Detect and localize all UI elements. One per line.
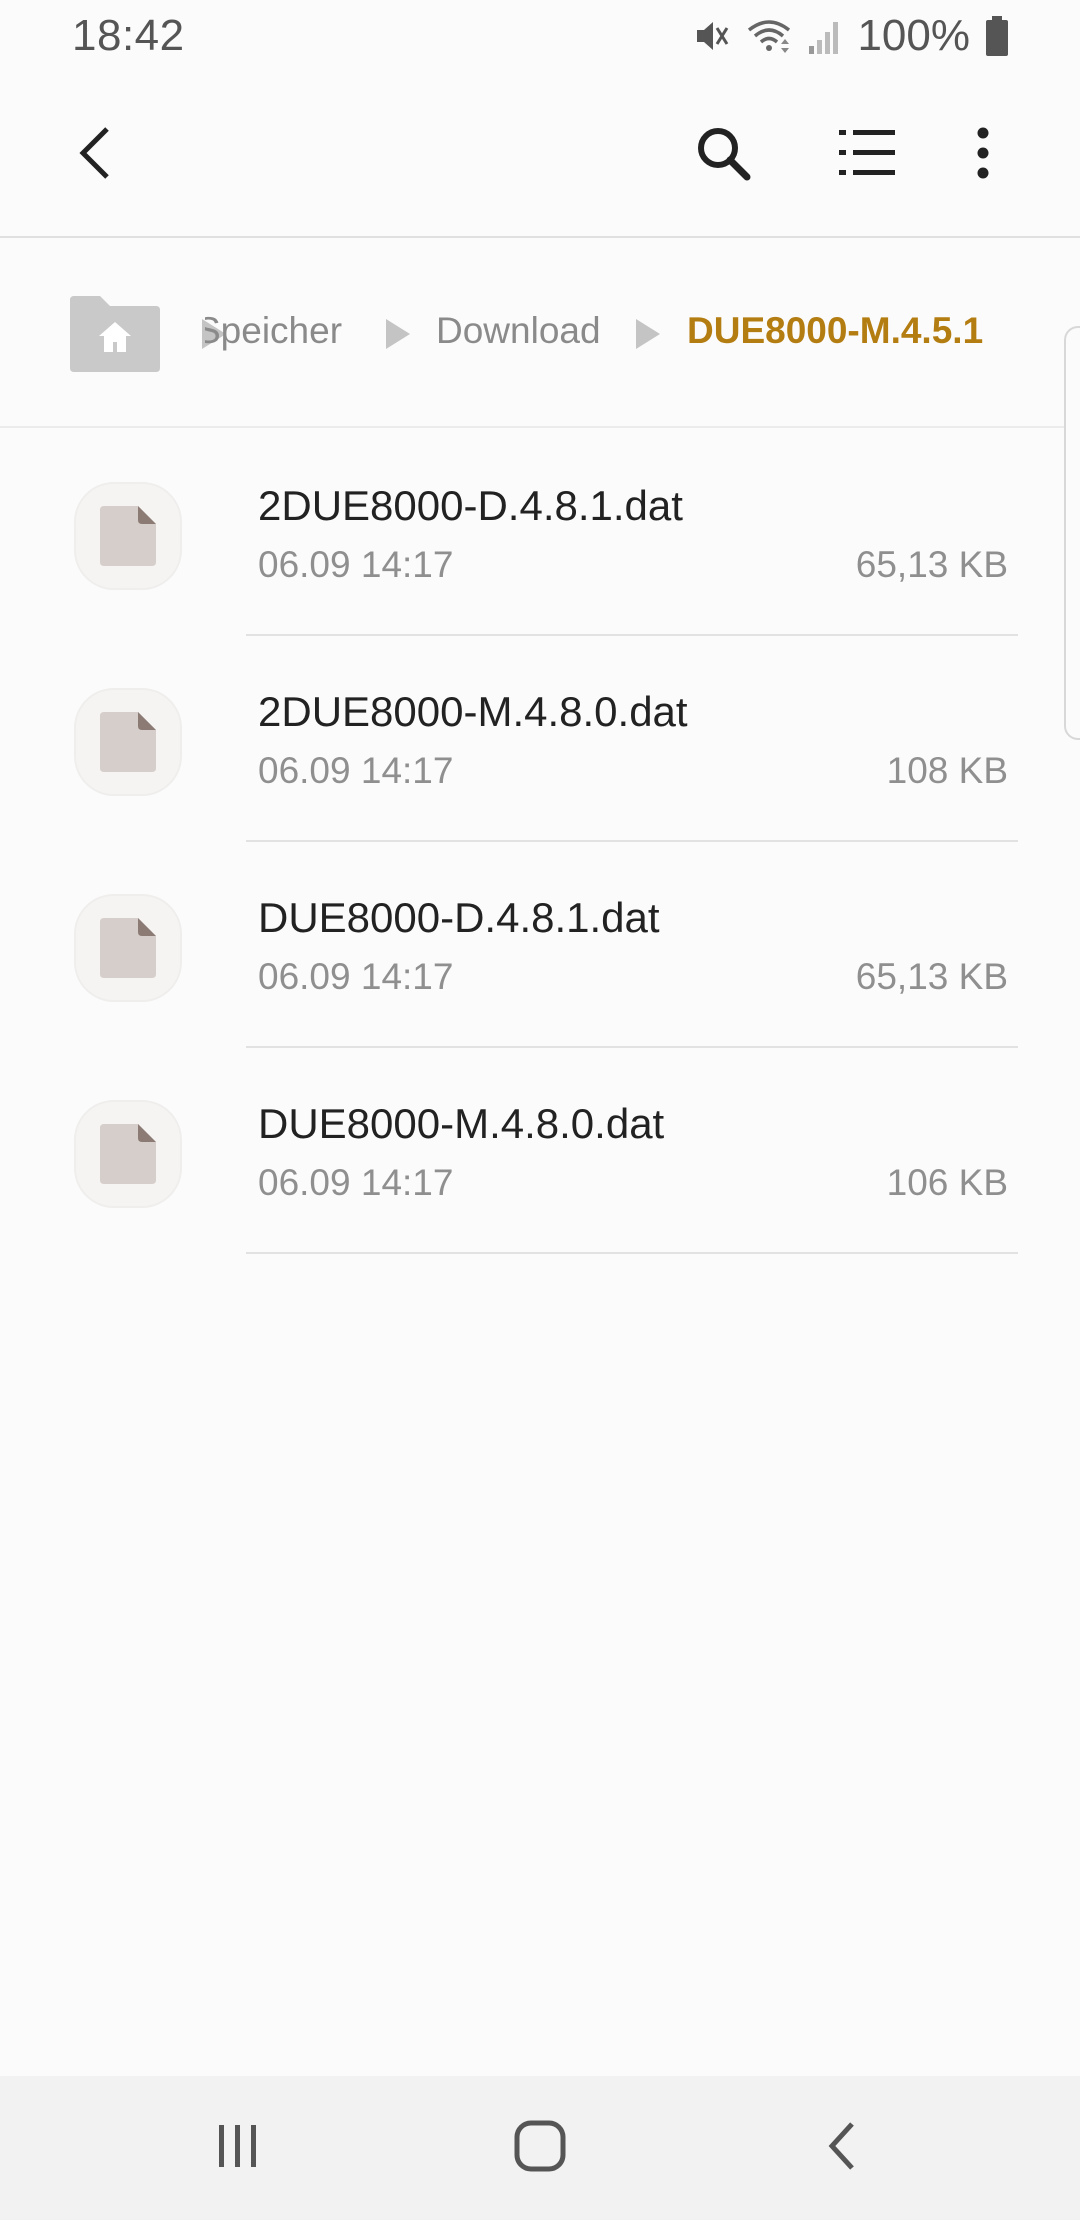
status-icons: 100% xyxy=(691,11,1010,61)
status-bar: 18:42 100% xyxy=(0,0,1080,72)
home-button[interactable] xyxy=(490,2106,590,2190)
wifi-icon xyxy=(745,16,793,56)
file-list: 2DUE8000-D.4.8.1.dat 06.09 14:17 65,13 K… xyxy=(0,430,1080,1254)
crumb-download[interactable]: Download xyxy=(436,310,601,352)
navigation-bar xyxy=(0,2076,1080,2220)
file-icon xyxy=(74,482,182,590)
crumb-current-folder[interactable]: DUE8000-M.4.5.1 xyxy=(687,310,983,352)
breadcrumb: Speicher Download DUE8000-M.4.5.1 xyxy=(0,240,1080,428)
search-button[interactable] xyxy=(680,112,766,198)
list-view-button[interactable] xyxy=(824,112,910,198)
more-options-button[interactable] xyxy=(940,112,1026,198)
file-icon xyxy=(74,1100,182,1208)
recent-apps-button[interactable] xyxy=(188,2106,288,2190)
recent-apps-icon xyxy=(213,2121,263,2176)
home-folder-button[interactable] xyxy=(68,294,162,374)
more-options-icon xyxy=(975,126,991,185)
home-icon xyxy=(512,2118,568,2179)
file-date: 06.09 14:17 xyxy=(258,1162,454,1203)
signal-icon xyxy=(807,16,843,56)
file-date: 06.09 14:17 xyxy=(258,544,454,585)
back-arrow-icon xyxy=(73,125,117,186)
battery-icon xyxy=(984,15,1010,57)
crumb-storage[interactable]: Speicher xyxy=(205,310,342,352)
list-item[interactable]: DUE8000-D.4.8.1.dat 06.09 14:17 65,13 KB xyxy=(0,842,1080,1048)
file-size: 65,13 KB xyxy=(855,544,1008,585)
file-size: 65,13 KB xyxy=(855,956,1008,997)
mute-icon xyxy=(691,16,731,56)
status-time: 18:42 xyxy=(72,11,185,60)
battery-percent: 100% xyxy=(857,11,970,60)
back-icon xyxy=(822,2118,862,2179)
file-name: DUE8000-D.4.8.1.dat xyxy=(258,894,660,941)
file-size: 108 KB xyxy=(886,750,1008,791)
file-icon xyxy=(74,688,182,796)
divider xyxy=(246,1252,1018,1254)
back-button[interactable] xyxy=(52,112,138,198)
list-view-icon xyxy=(837,126,897,185)
file-date: 06.09 14:17 xyxy=(258,956,454,997)
file-icon xyxy=(74,894,182,1002)
file-name: 2DUE8000-M.4.8.0.dat xyxy=(258,688,688,735)
list-item[interactable]: DUE8000-M.4.8.0.dat 06.09 14:17 106 KB xyxy=(0,1048,1080,1254)
file-size: 106 KB xyxy=(886,1162,1008,1203)
search-icon xyxy=(693,123,753,188)
app-bar xyxy=(0,72,1080,238)
file-name: 2DUE8000-D.4.8.1.dat xyxy=(258,482,683,529)
file-date: 06.09 14:17 xyxy=(258,750,454,791)
file-name: DUE8000-M.4.8.0.dat xyxy=(258,1100,665,1147)
list-item[interactable]: 2DUE8000-M.4.8.0.dat 06.09 14:17 108 KB xyxy=(0,636,1080,842)
crumb-separator xyxy=(636,319,660,349)
home-folder-icon xyxy=(68,296,162,378)
crumb-storage-clip: Speicher xyxy=(205,300,365,370)
back-nav-button[interactable] xyxy=(792,2106,892,2190)
list-item[interactable]: 2DUE8000-D.4.8.1.dat 06.09 14:17 65,13 K… xyxy=(0,430,1080,636)
crumb-separator xyxy=(386,319,410,349)
